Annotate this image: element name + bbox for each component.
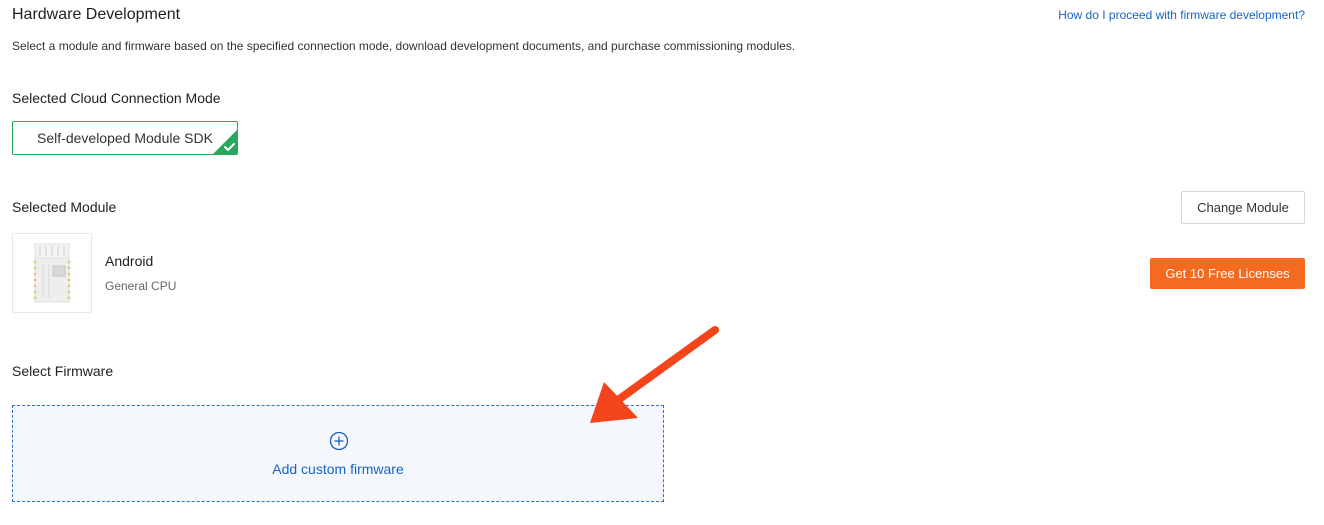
add-custom-firmware-label: Add custom firmware (272, 461, 404, 477)
module-name: Android (105, 253, 154, 269)
add-custom-firmware-button[interactable]: Add custom firmware (12, 405, 664, 502)
page-title: Hardware Development (12, 6, 181, 23)
checkmark-icon (213, 130, 237, 154)
selected-module-label: Selected Module (12, 199, 117, 215)
select-firmware-label: Select Firmware (12, 363, 114, 379)
module-subtitle: General CPU (105, 279, 177, 293)
module-image (12, 233, 92, 313)
change-module-button[interactable]: Change Module (1181, 191, 1305, 224)
module-chip-image (33, 243, 71, 303)
page-description: Select a module and firmware based on th… (12, 39, 796, 53)
firmware-help-link[interactable]: How do I proceed with firmware developme… (1058, 8, 1305, 22)
get-free-licenses-button[interactable]: Get 10 Free Licenses (1150, 258, 1305, 289)
plus-circle-icon (329, 431, 349, 451)
hardware-development-page: Hardware Development How do I proceed wi… (0, 0, 1324, 525)
connection-mode-label: Selected Cloud Connection Mode (12, 90, 221, 106)
connection-mode-name: Self-developed Module SDK (37, 130, 213, 146)
connection-mode-card-selected[interactable]: Self-developed Module SDK (12, 121, 238, 155)
